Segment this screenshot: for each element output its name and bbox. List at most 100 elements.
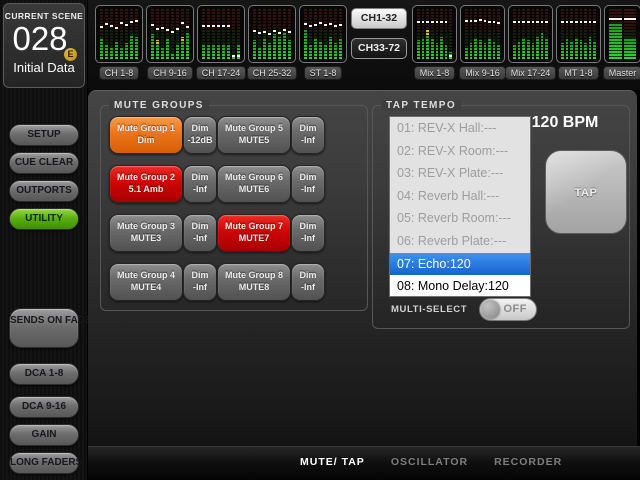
mute-group-5-button[interactable]: Mute Group 5 MUTE5 (217, 116, 291, 154)
meter-bar (227, 9, 230, 59)
mute-group-7-name: Mute Group 7 (218, 221, 290, 233)
meter-blocks-right: Mix 1-8Mix 9-16Mix 17-24MT 1-8Master (412, 5, 640, 80)
scene-edit-badge: E (64, 48, 77, 61)
meter-bar (278, 9, 281, 59)
meter-bar (105, 9, 108, 59)
sends-on-faders-button[interactable]: SENDS ON FADERS (9, 308, 79, 348)
meter-bar (488, 9, 491, 59)
mute-group-7-dim-button[interactable]: Dim -Inf (291, 214, 325, 252)
meter-bar (258, 9, 261, 59)
dim-label: Dim (292, 221, 324, 233)
outports-button[interactable]: OUTPORTS (9, 180, 79, 202)
mute-group-4-button[interactable]: Mute Group 4 MUTE4 (109, 263, 183, 301)
mute-group-4-dim-button[interactable]: Dim -Inf (183, 263, 217, 301)
mute-group-8-sub: MUTE8 (218, 282, 290, 294)
dim-value: -Inf (184, 282, 216, 294)
meter-bar (314, 9, 317, 59)
meter-bar (120, 9, 123, 59)
bottom-tab-bar: MUTE/ TAP OSCILLATOR RECORDER (88, 446, 640, 480)
meter-bar (440, 9, 443, 59)
meter-bar (288, 9, 291, 59)
bank-ch1-32-button[interactable]: CH1-32 (351, 8, 407, 29)
effect-list-item[interactable]: 02: REV-X Room:--- (390, 140, 530, 163)
meter-bar (561, 9, 564, 59)
mute-groups-grid: Mute Group 1 Dim Dim -12dB Mute Group 5 … (109, 116, 325, 301)
effect-list-item[interactable]: 03: REV-X Plate:--- (390, 162, 530, 185)
mute-group-6-dim-button[interactable]: Dim -Inf (291, 165, 325, 203)
long-faders-button[interactable]: LONG FADERS (9, 452, 79, 474)
tap-tempo-effect-list[interactable]: 01: REV-X Hall:--- 02: REV-X Room:--- 03… (389, 116, 531, 297)
cue-clear-button[interactable]: CUE CLEAR (9, 152, 79, 174)
meter-bar (324, 9, 327, 59)
meter-bar (541, 9, 544, 59)
mute-group-3-dim-button[interactable]: Dim -Inf (183, 214, 217, 252)
meter-block: ST 1-8 (299, 5, 347, 80)
meter-bar (181, 9, 184, 59)
gain-button[interactable]: GAIN (9, 424, 79, 446)
effect-list-item[interactable]: 08: Mono Delay:120 (390, 275, 530, 297)
utility-main-panel: MUTE GROUPS Mute Group 1 Dim Dim -12dB M… (88, 90, 637, 446)
meter-bar (237, 9, 240, 59)
meter-bar (268, 9, 271, 59)
multi-select-toggle[interactable]: OFF (479, 298, 537, 321)
meter-strip: CH 1-8CH 9-16CH 17-24CH 25-32ST 1-8 CH1-… (88, 0, 640, 90)
meter-bar (176, 9, 179, 59)
dim-value: -Inf (292, 184, 324, 196)
effect-list-item[interactable]: 04: Reverb Hall:--- (390, 185, 530, 208)
meter-bank-label: ST 1-8 (304, 66, 343, 80)
bank-ch33-72-button[interactable]: CH33-72 (351, 38, 407, 59)
dim-label: Dim (292, 123, 324, 135)
meter-bar (449, 9, 452, 59)
mute-group-2-dim-button[interactable]: Dim -Inf (183, 165, 217, 203)
mute-group-1-dim-button[interactable]: Dim -12dB (183, 116, 217, 154)
dim-value: -12dB (184, 135, 216, 147)
meter-bar (212, 9, 215, 59)
meter-bar (161, 9, 164, 59)
meter-bank-label: CH 25-32 (247, 66, 298, 80)
meter-bar (532, 9, 535, 59)
mute-group-8-dim-button[interactable]: Dim -Inf (291, 263, 325, 301)
mute-group-6-button[interactable]: Mute Group 6 MUTE6 (217, 165, 291, 203)
mute-group-7-button[interactable]: Mute Group 7 MUTE7 (217, 214, 291, 252)
mute-group-6-name: Mute Group 6 (218, 172, 290, 184)
meter-bank-label: CH 9-16 (147, 66, 193, 80)
setup-button[interactable]: SETUP (9, 124, 79, 146)
meter-bar (497, 9, 500, 59)
meter-block: Master (604, 5, 640, 80)
mute-group-5-name: Mute Group 5 (218, 123, 290, 135)
meter-block: Mix 9-16 (460, 5, 505, 80)
effect-list-item[interactable]: 06: Reverb Plate:--- (390, 230, 530, 253)
dca-9-16-button[interactable]: DCA 9-16 (9, 396, 79, 418)
effect-list-item[interactable]: 05: Reverb Room:--- (390, 207, 530, 230)
mute-group-3-sub: MUTE3 (110, 233, 182, 245)
tap-button[interactable]: TAP (545, 150, 627, 234)
meter-bar (334, 9, 337, 59)
meter-bar (156, 9, 159, 59)
utility-button[interactable]: UTILITY (9, 208, 79, 230)
tab-mute-tap[interactable]: MUTE/ TAP (300, 456, 365, 468)
dim-label: Dim (184, 123, 216, 135)
mute-group-8-button[interactable]: Mute Group 8 MUTE8 (217, 263, 291, 301)
mute-group-3-button[interactable]: Mute Group 3 MUTE3 (109, 214, 183, 252)
current-scene-panel: CURRENT SCENE 028 E Initial Data (3, 3, 85, 88)
meter-bar (522, 9, 525, 59)
meter-bar (125, 9, 128, 59)
dim-value: -Inf (184, 184, 216, 196)
mute-group-1-button[interactable]: Mute Group 1 Dim (109, 116, 183, 154)
meter-bank-label: MT 1-8 (558, 66, 598, 80)
toggle-state-text: OFF (504, 299, 528, 320)
meter-blocks-left: CH 1-8CH 9-16CH 17-24CH 25-32ST 1-8 (95, 5, 347, 80)
tab-oscillator[interactable]: OSCILLATOR (391, 456, 468, 468)
mute-group-2-button[interactable]: Mute Group 2 5.1 Amb (109, 165, 183, 203)
tab-recorder[interactable]: RECORDER (494, 456, 562, 468)
mute-group-6-sub: MUTE6 (218, 184, 290, 196)
dca-1-8-button[interactable]: DCA 1-8 (9, 363, 79, 385)
meter-bar (479, 9, 482, 59)
mute-group-5-dim-button[interactable]: Dim -Inf (291, 116, 325, 154)
meter-bar (217, 9, 220, 59)
effect-list-item-selected[interactable]: 07: Echo:120 (390, 253, 530, 276)
mute-group-5-sub: MUTE5 (218, 135, 290, 147)
meter-bar (309, 9, 312, 59)
bottom-tabs: MUTE/ TAP OSCILLATOR RECORDER (300, 456, 562, 468)
meter-bar (609, 9, 622, 59)
